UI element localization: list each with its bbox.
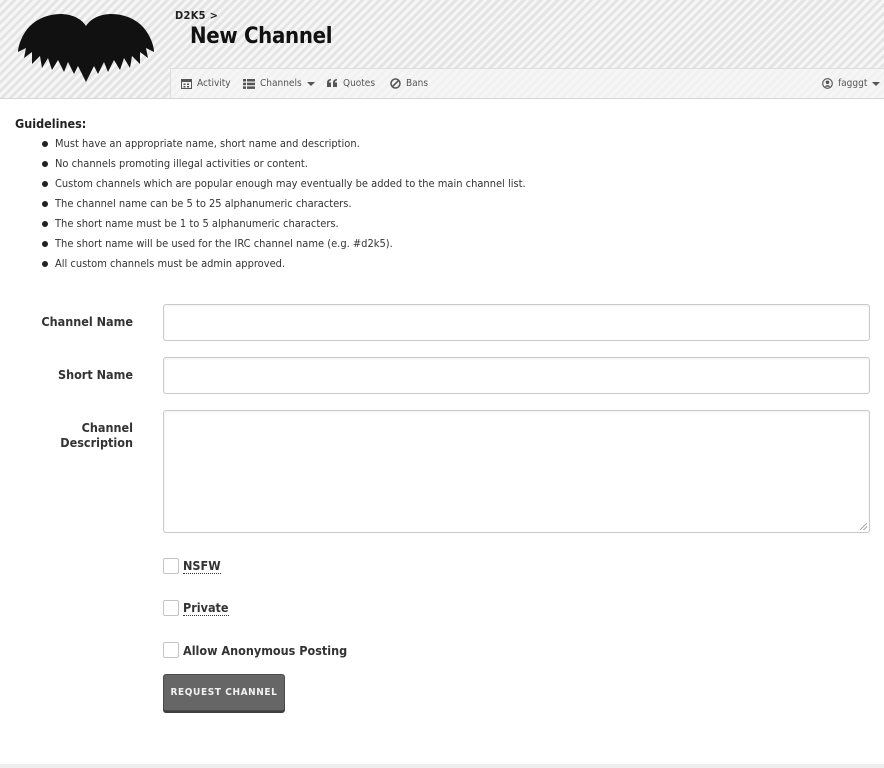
navbar: Activity Channels Quotes Bans fagggt <box>170 68 884 98</box>
request-channel-button[interactable]: REQUEST CHANNEL <box>163 674 285 711</box>
short-name-label: Short Name <box>57 367 133 382</box>
channel-description-label: Channel Description <box>60 420 133 450</box>
anonymous-posting-checkbox[interactable] <box>163 642 179 658</box>
calendar-icon <box>181 79 192 89</box>
guidelines-list: Must have an appropriate name, short nam… <box>15 134 526 274</box>
guidelines: Guidelines: Must have an appropriate nam… <box>15 116 526 274</box>
quote-icon <box>327 79 337 87</box>
nsfw-label[interactable]: NSFW <box>183 558 221 574</box>
channel-description-textarea[interactable] <box>163 410 870 533</box>
list-item: The short name will be used for the IRC … <box>15 234 526 254</box>
nav-bans[interactable]: Bans <box>390 69 428 98</box>
private-checkbox[interactable] <box>163 600 179 616</box>
nav-channels[interactable]: Channels <box>243 69 315 98</box>
private-checkbox-row[interactable]: Private <box>163 600 229 616</box>
anonymous-posting-label[interactable]: Allow Anonymous Posting <box>183 643 347 658</box>
nsfw-checkbox-row[interactable]: NSFW <box>163 558 221 574</box>
list-item: Custom channels which are popular enough… <box>15 174 526 194</box>
guidelines-title: Guidelines: <box>15 116 87 131</box>
channel-name-label: Channel Name <box>41 314 133 329</box>
list-item: The channel name can be 5 to 25 alphanum… <box>15 194 526 214</box>
nsfw-checkbox[interactable] <box>163 558 179 574</box>
nav-activity-label: Activity <box>197 78 231 89</box>
list-icon <box>243 78 255 89</box>
list-item: No channels promoting illegal activities… <box>15 154 526 174</box>
nav-activity[interactable]: Activity <box>181 69 231 98</box>
list-item: Must have an appropriate name, short nam… <box>15 134 526 154</box>
footer-divider <box>0 764 884 768</box>
user-menu[interactable]: fagggt <box>822 69 881 98</box>
nav-channels-label: Channels <box>260 78 302 89</box>
breadcrumb[interactable]: D2K5 > <box>175 9 218 22</box>
page-title: New Channel <box>190 24 333 49</box>
nav-quotes-label: Quotes <box>343 78 376 89</box>
anonymous-checkbox-row[interactable]: Allow Anonymous Posting <box>163 642 347 658</box>
ban-icon <box>390 78 401 89</box>
private-label[interactable]: Private <box>183 600 229 616</box>
list-item: The short name must be 1 to 5 alphanumer… <box>15 214 526 234</box>
nav-bans-label: Bans <box>406 78 429 89</box>
short-name-input[interactable] <box>163 357 870 394</box>
site-header: D2K5 > New Channel Activity Channels Quo… <box>0 0 884 99</box>
list-item: All custom channels must be admin approv… <box>15 254 526 274</box>
nav-quotes[interactable]: Quotes <box>327 69 375 98</box>
channel-name-input[interactable] <box>163 304 870 341</box>
resize-grip-icon[interactable] <box>860 523 867 530</box>
user-circle-icon <box>822 78 833 89</box>
wings-logo-icon[interactable] <box>16 12 156 84</box>
chevron-down-icon <box>872 81 881 86</box>
user-name: fagggt <box>838 78 868 89</box>
chevron-down-icon <box>306 81 315 86</box>
